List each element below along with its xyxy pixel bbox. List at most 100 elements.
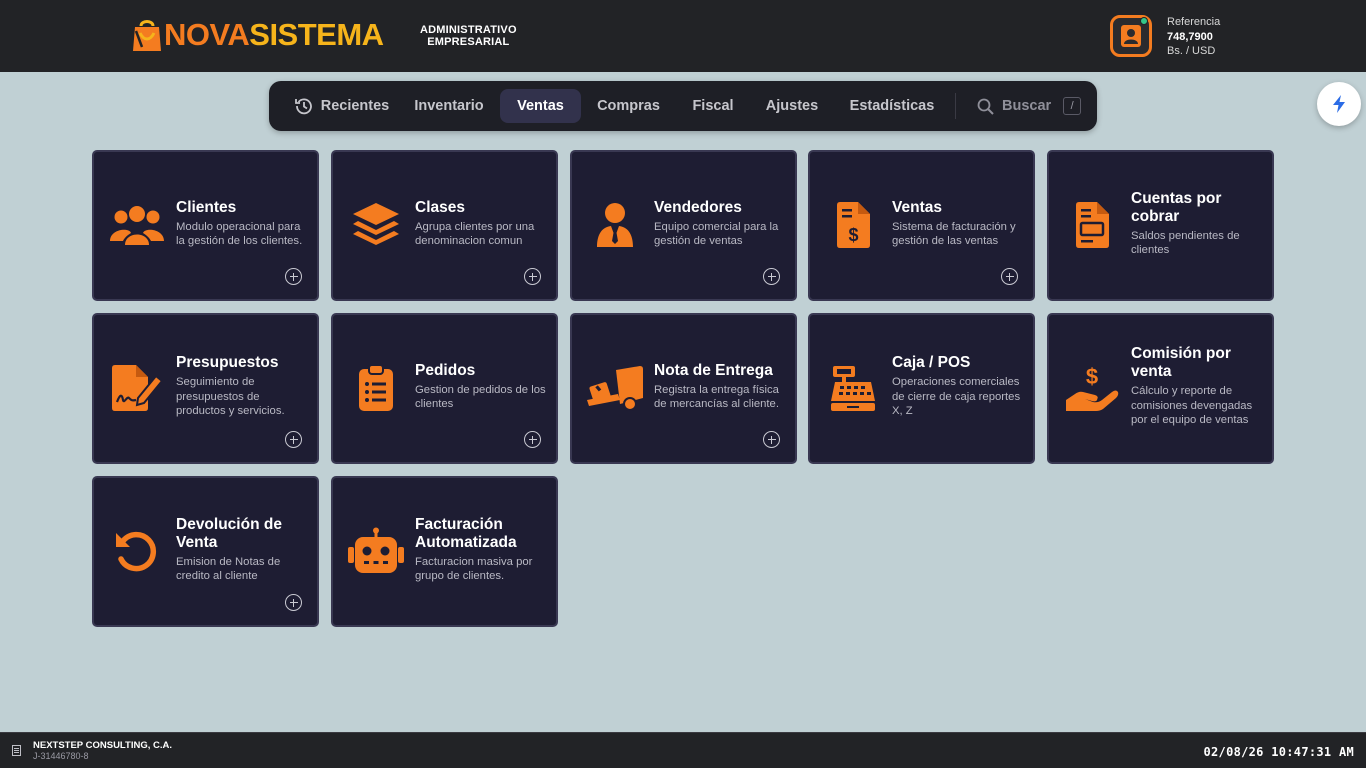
tab-compras[interactable]: Compras [588,89,669,123]
tab-ventas[interactable]: Ventas [500,89,581,123]
add-vendedores-button[interactable] [763,268,780,285]
card-description: Modulo operacional para la gestión de lo… [176,220,303,248]
tab-divider [955,93,956,119]
tab-ajustes[interactable]: Ajustes [757,89,827,123]
card-title: Pedidos [415,361,476,379]
add-devolucion-button[interactable] [285,594,302,611]
card-description: Seguimiento de presupuestos de productos… [176,376,285,418]
layers-icon [347,196,405,254]
card-ventas[interactable]: $ Ventas Sistema de facturación y gestión… [808,150,1035,301]
card-title: Ventas [892,198,942,216]
card-description: Equipo comercial para la gestión de vent… [654,220,779,248]
add-nota-de-entrega-button[interactable] [763,431,780,448]
tab-label: Fiscal [692,98,734,114]
company-name: NEXTSTEP CONSULTING, C.A. [33,740,172,751]
search-label: Buscar [1002,98,1052,114]
logo-subtitle-line2: EMPRESARIAL [427,36,510,48]
tab-inventario[interactable]: Inventario [405,89,493,123]
card-description: Agrupa clientes por una denominacion com… [415,220,535,248]
exchange-rate-label: Referencia [1167,16,1221,28]
tab-label: Ajustes [765,98,819,114]
card-presupuestos[interactable]: Presupuestos Seguimiento de presupuestos … [92,313,319,464]
online-status-dot [1140,17,1148,25]
search-icon [977,98,994,115]
card-title: Caja / POS [892,354,971,372]
tab-label: Ventas [517,98,564,114]
tab-label: Estadísticas [849,98,935,114]
company-info: NEXTSTEP CONSULTING, C.A. J-31446780-8 [33,740,172,762]
logo-wordmark: NOVASISTEMA [164,16,384,54]
card-vendedores[interactable]: Vendedores Equipo comercial para la gesti… [570,150,797,301]
svg-text:$: $ [848,225,858,245]
tab-recientes[interactable]: Recientes [281,89,403,123]
datetime-clock: 02/08/26 10:47:31 AM [1203,745,1354,759]
tab-label: Compras [597,98,660,114]
card-title: Comisión por venta [1131,345,1231,381]
exchange-rate-value: 748,7900 [1167,30,1213,43]
card-clientes[interactable]: Clientes Modulo operacional para la gesti… [92,150,319,301]
receivable-document-icon [1063,196,1121,254]
card-title: Nota de Entrega [654,361,773,379]
logo-subtitle: ADMINISTRATIVO EMPRESARIAL [420,24,517,48]
svg-text:$: $ [1086,364,1098,389]
lightning-icon [1333,95,1345,113]
card-cuentas-por-cobrar[interactable]: Cuentas por cobrar Saldos pendientes de c… [1047,150,1274,301]
logo-part-sistema: SISTEMA [249,17,384,52]
search-button[interactable]: Buscar / [977,89,1082,123]
add-pedidos-button[interactable] [524,431,541,448]
card-title: Cuentas por cobrar [1131,189,1222,225]
add-ventas-button[interactable] [1001,268,1018,285]
add-clases-button[interactable] [524,268,541,285]
robot-icon [347,522,405,580]
card-pedidos[interactable]: Pedidos Gestion de pedidos de los cliente… [331,313,558,464]
add-clientes-button[interactable] [285,268,302,285]
add-presupuestos-button[interactable] [285,431,302,448]
tab-estadisticas[interactable]: Estadísticas [841,89,943,123]
quick-action-button[interactable] [1317,82,1361,126]
status-footer: NEXTSTEP CONSULTING, C.A. J-31446780-8 0… [0,732,1366,768]
tab-label: Recientes [320,98,390,114]
history-icon [294,97,313,115]
search-shortcut-key: / [1063,97,1082,115]
card-title: Facturación Automatizada [415,515,517,551]
company-rif: J-31446780-8 [33,751,89,761]
invoice-dollar-icon: $ [824,196,882,254]
card-description: Emision de Notas de credito al cliente [176,555,281,583]
logo-subtitle-line1: ADMINISTRATIVO [420,24,517,36]
rotate-left-icon [108,522,166,580]
card-description: Saldos pendientes de clientes [1131,229,1240,257]
file-signature-icon [108,359,166,417]
card-comision-por-venta[interactable]: $ Comisión por venta Cálculo y reporte de… [1047,313,1274,464]
clipboard-list-icon [347,359,405,417]
card-caja-pos[interactable]: Caja / POS Operaciones comerciales de cie… [808,313,1035,464]
salesperson-icon [586,196,644,254]
users-icon [108,196,166,254]
module-tab-bar: Recientes Inventario Ventas Compras Fisc… [269,81,1097,131]
card-title: Clientes [176,198,237,216]
app-logo[interactable]: NOVASISTEMA [132,16,384,54]
card-title: Devolución de Venta [176,515,282,551]
card-facturacion-automatizada[interactable]: Facturación Automatizada Facturacion masi… [331,476,558,627]
cash-register-icon [824,359,882,417]
card-description: Facturacion masiva por grupo de clientes… [415,555,533,583]
logo-part-nova: NOVA [164,17,250,52]
card-description: Registra la entrega física de mercancías… [654,383,779,411]
user-avatar-icon [1121,25,1141,47]
building-icon [12,745,21,756]
tab-label: Inventario [414,98,484,114]
card-description: Gestion de pedidos de los clientes [415,383,546,411]
exchange-rate-unit: Bs. / USD [1167,45,1216,57]
card-nota-de-entrega[interactable]: Nota de Entrega Registra la entrega físic… [570,313,797,464]
tab-fiscal[interactable]: Fiscal [679,89,747,123]
top-header: NOVASISTEMA ADMINISTRATIVO EMPRESARIAL R… [0,0,1366,72]
card-title: Vendedores [654,198,742,216]
card-title: Presupuestos [176,354,279,372]
card-description: Operaciones comerciales de cierre de caj… [892,376,1021,418]
card-description: Cálculo y reporte de comisiones devengad… [1131,385,1253,427]
card-devolucion-de-venta[interactable]: Devolución de Venta Emision de Notas de c… [92,476,319,627]
exchange-rate: Referencia 748,7900 Bs. / USD [1167,15,1220,59]
shopping-bag-logo-icon [133,20,161,51]
card-description: Sistema de facturación y gestión de las … [892,220,1016,248]
card-clases[interactable]: Clases Agrupa clientes por una denominaci… [331,150,558,301]
card-title: Clases [415,198,465,216]
